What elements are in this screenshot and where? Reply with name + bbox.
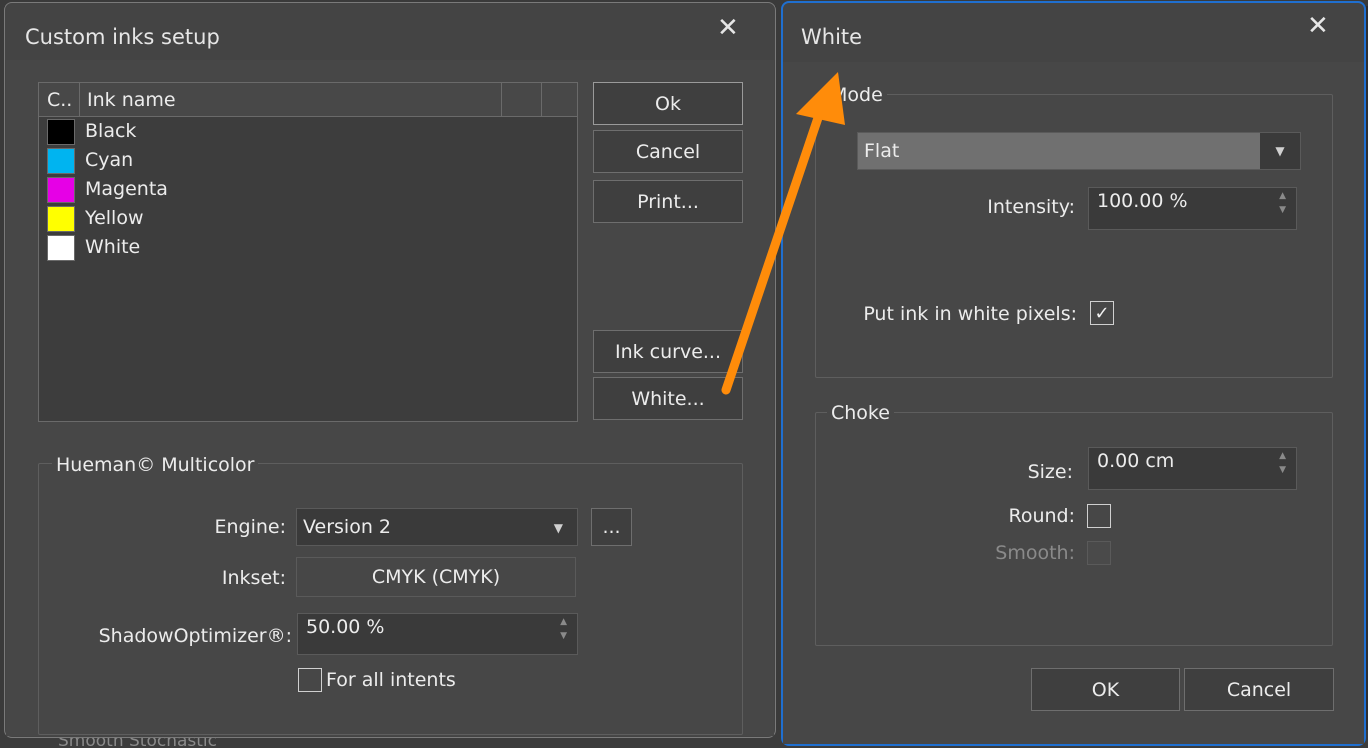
annotation-arrow-head — [796, 72, 845, 125]
annotation-arrow-shaft — [721, 107, 825, 395]
annotation-arrow — [721, 72, 845, 395]
